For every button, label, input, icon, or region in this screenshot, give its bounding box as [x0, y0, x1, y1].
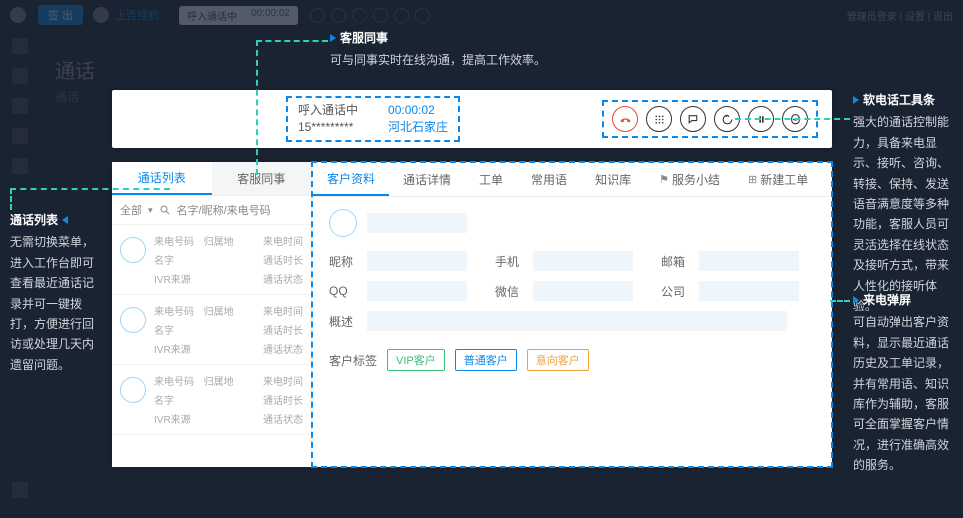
- tag-vip[interactable]: VIP客户: [387, 349, 445, 371]
- call-list-pane: 通话列表 客服同事 全部 ▾ 名字/昵称/来电号码 来电号码 归属地 来电时间 …: [112, 162, 312, 467]
- label-wechat: 微信: [495, 283, 525, 300]
- leader-line: [256, 40, 258, 175]
- avatar: [120, 237, 146, 263]
- customer-avatar: [329, 209, 357, 237]
- consult-icon[interactable]: [680, 106, 706, 132]
- leader-line: [10, 188, 170, 190]
- list-item[interactable]: 来电号码 归属地 来电时间 名字 通话时长 IVR来源 通话状态: [112, 365, 311, 435]
- flag-icon: ⚑: [659, 173, 669, 186]
- softphone-toolbar: 呼入通话中 15********* 00:00:02 河北石家庄: [112, 90, 832, 148]
- hangup-text: 上否挂机: [115, 7, 159, 23]
- mobile-input[interactable]: [533, 251, 633, 271]
- main-panel: 通话列表 客服同事 全部 ▾ 名字/昵称/来电号码 来电号码 归属地 来电时间 …: [112, 162, 832, 467]
- label-email: 邮箱: [661, 253, 691, 270]
- dialpad-icon[interactable]: [646, 106, 672, 132]
- search-input[interactable]: 名字/昵称/来电号码: [177, 202, 271, 218]
- leader-line: [10, 188, 12, 210]
- leader-line: [256, 40, 328, 42]
- tab-summary[interactable]: ⚑服务小结: [645, 163, 734, 196]
- label-tags: 客户标签: [329, 352, 377, 369]
- label-desc: 概述: [329, 313, 359, 330]
- bg-call-status: 呼入通话中 00:00:02: [179, 6, 298, 25]
- tab-ticket[interactable]: 工单: [465, 163, 517, 196]
- label-company: 公司: [661, 283, 691, 300]
- company-input[interactable]: [699, 281, 799, 301]
- tag-intent[interactable]: 意向客户: [527, 349, 589, 371]
- phone-icon: [93, 7, 109, 23]
- avatar: [120, 307, 146, 333]
- annotation-popup: 来电弹屏 可自动弹出客户资料，显示最近通话历史及工单记录，并有常用语、知识库作为…: [853, 290, 953, 476]
- page-subtab: 通话: [55, 88, 79, 105]
- hangup-icon[interactable]: [612, 106, 638, 132]
- tab-colleagues[interactable]: 客服同事: [212, 162, 312, 195]
- tab-kb[interactable]: 知识库: [581, 163, 645, 196]
- annotation-colleague: 客服同事 可与同事实时在线沟通，提高工作效率。: [330, 28, 730, 71]
- filter-all[interactable]: 全部: [120, 202, 142, 218]
- call-timer: 00:00:02: [388, 102, 448, 119]
- leader-line: [830, 300, 850, 302]
- plus-square-icon: ⊞: [748, 173, 757, 186]
- leader-line: [735, 118, 850, 120]
- top-right-links[interactable]: 管理员登录 | 设置 | 退出: [847, 8, 953, 23]
- customer-profile-pane: 客户资料 通话详情 工单 常用语 知识库 ⚑服务小结 ⊞新建工单 昵称 手机 邮…: [311, 161, 833, 468]
- annotation-softphone: 软电话工具条 强大的通话控制能力，具备来电显示、接听、咨询、转接、保持、发送语音…: [853, 90, 953, 316]
- nick-input[interactable]: [367, 251, 467, 271]
- wechat-input[interactable]: [533, 281, 633, 301]
- tab-call-detail[interactable]: 通话详情: [389, 163, 465, 196]
- chevron-down-icon[interactable]: ▾: [148, 205, 153, 216]
- search-icon[interactable]: [159, 204, 171, 216]
- call-number: 15*********: [298, 119, 358, 136]
- page-title: 通话: [55, 55, 95, 84]
- label-nick: 昵称: [329, 253, 359, 270]
- list-item[interactable]: 来电号码 归属地 来电时间 名字 通话时长 IVR来源 通话状态: [112, 295, 311, 365]
- tab-profile[interactable]: 客户资料: [313, 163, 389, 196]
- bg-toolbar-icons: [310, 8, 430, 23]
- desc-input[interactable]: [367, 311, 787, 331]
- call-status-label: 呼入通话中: [298, 102, 358, 119]
- call-location: 河北石家庄: [388, 119, 448, 136]
- customer-name-input[interactable]: [367, 213, 467, 233]
- qq-input[interactable]: [367, 281, 467, 301]
- logout-button[interactable]: 签 出: [38, 5, 83, 25]
- label-qq: QQ: [329, 284, 359, 298]
- tag-normal[interactable]: 普通客户: [455, 349, 517, 371]
- annotation-call-list: 通话列表 无需切换菜单，进入工作台即可查看最近通话记录并可一键拨打，方便进行回访…: [10, 210, 102, 375]
- email-input[interactable]: [699, 251, 799, 271]
- call-status-box: 呼入通话中 15********* 00:00:02 河北石家庄: [286, 96, 460, 142]
- avatar: [120, 377, 146, 403]
- tab-call-list[interactable]: 通话列表: [112, 162, 212, 195]
- list-item[interactable]: 来电号码 归属地 来电时间 名字 通话时长 IVR来源 通话状态: [112, 225, 311, 295]
- avatar: [10, 7, 26, 23]
- label-mobile: 手机: [495, 253, 525, 270]
- tab-new-ticket[interactable]: ⊞新建工单: [734, 163, 822, 196]
- tab-phrases[interactable]: 常用语: [517, 163, 581, 196]
